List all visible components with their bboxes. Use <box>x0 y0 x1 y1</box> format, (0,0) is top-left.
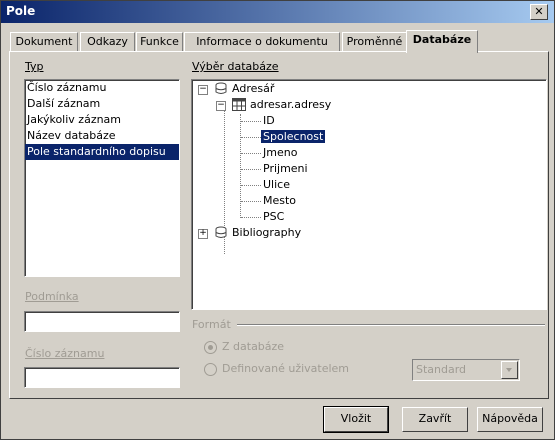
tree-connector <box>240 114 241 218</box>
record-number-label-text: Číslo záznamu <box>25 347 105 360</box>
tree-field[interactable]: Prijmeni <box>263 161 308 177</box>
tree-connector <box>241 217 261 218</box>
expand-icon[interactable]: + <box>198 229 208 239</box>
tab-odkazy[interactable]: Odkazy <box>80 32 135 52</box>
tree-connector <box>241 137 261 138</box>
tree-node-bibliography[interactable]: Bibliography <box>232 225 301 241</box>
table-icon <box>232 98 246 111</box>
title-bar: Pole ✕ <box>1 1 554 23</box>
tab-promenne[interactable]: Proměnné <box>342 32 407 52</box>
tree-connector <box>241 153 261 154</box>
record-number-input[interactable] <box>24 367 180 388</box>
dialog-window: Pole ✕ Dokument Odkazy Funkce Informace … <box>0 0 555 440</box>
database-icon <box>215 226 227 238</box>
tree-field[interactable]: ID <box>263 113 275 129</box>
radio-from-database-label: Z databáze <box>222 340 285 353</box>
close-icon[interactable]: ✕ <box>530 4 548 20</box>
typ-list-item[interactable]: Číslo záznamu <box>25 80 179 96</box>
tree-connector <box>241 121 261 122</box>
close-button[interactable]: Zavřít <box>402 407 468 432</box>
typ-list-item[interactable]: Název databáze <box>25 128 179 144</box>
radio-user-defined-label: Definované uživatelem <box>222 362 350 375</box>
tab-databaze[interactable]: Databáze <box>406 30 478 53</box>
typ-list-item[interactable]: Jakýkoliv záznam <box>25 112 179 128</box>
condition-input[interactable] <box>24 311 180 332</box>
chevron-down-icon[interactable] <box>501 361 518 379</box>
typ-list-item-selected[interactable]: Pole standardního dopisu <box>25 144 179 160</box>
database-label-text: Výběr databáze <box>192 60 279 73</box>
insert-button[interactable]: Vložit <box>323 406 389 433</box>
format-divider <box>237 324 545 326</box>
typ-list[interactable]: Číslo záznamu Další záznam Jakýkoliv záz… <box>24 79 180 277</box>
record-number-label: Číslo záznamu <box>25 347 104 360</box>
condition-label: Podmínka <box>25 290 79 303</box>
database-icon <box>215 82 227 94</box>
tree-field[interactable]: Mesto <box>263 193 296 209</box>
tree-connector <box>241 201 261 202</box>
format-combo[interactable]: Standard <box>412 359 520 381</box>
typ-label: Typ <box>25 60 44 73</box>
database-label: Výběr databáze <box>192 60 279 73</box>
tree-field[interactable]: Jmeno <box>263 145 297 161</box>
tree-connector <box>241 169 261 170</box>
database-tree[interactable]: − Adresář − adresar.adresy ID Spolecnost… <box>191 79 547 310</box>
format-label: Formát <box>192 318 231 331</box>
condition-label-text: Podmínka <box>25 290 79 303</box>
collapse-icon[interactable]: − <box>216 101 226 111</box>
typ-list-item[interactable]: Další záznam <box>25 96 179 112</box>
radio-dot <box>208 345 213 350</box>
tree-field[interactable]: PSC <box>263 209 284 225</box>
collapse-icon[interactable]: − <box>198 85 208 95</box>
tree-field-selected[interactable]: Spolecnost <box>261 129 326 145</box>
tab-informace-o-dokumentu[interactable]: Informace o dokumentu <box>184 32 340 52</box>
tree-node-table[interactable]: adresar.adresy <box>250 97 331 113</box>
help-button[interactable]: Nápověda <box>477 407 543 432</box>
format-combo-value: Standard <box>416 363 467 376</box>
tree-field[interactable]: Ulice <box>263 177 290 193</box>
tree-node-adresar[interactable]: Adresář <box>232 81 274 97</box>
tab-funkce[interactable]: Funkce <box>136 32 183 52</box>
tab-dokument[interactable]: Dokument <box>10 32 78 52</box>
window-title: Pole <box>6 4 36 18</box>
tree-field-selected-label[interactable]: Spolecnost <box>261 130 326 143</box>
tree-connector <box>241 185 261 186</box>
typ-label-text: Typ <box>25 60 44 73</box>
radio-user-defined[interactable] <box>204 363 217 376</box>
radio-from-database[interactable] <box>204 341 217 354</box>
